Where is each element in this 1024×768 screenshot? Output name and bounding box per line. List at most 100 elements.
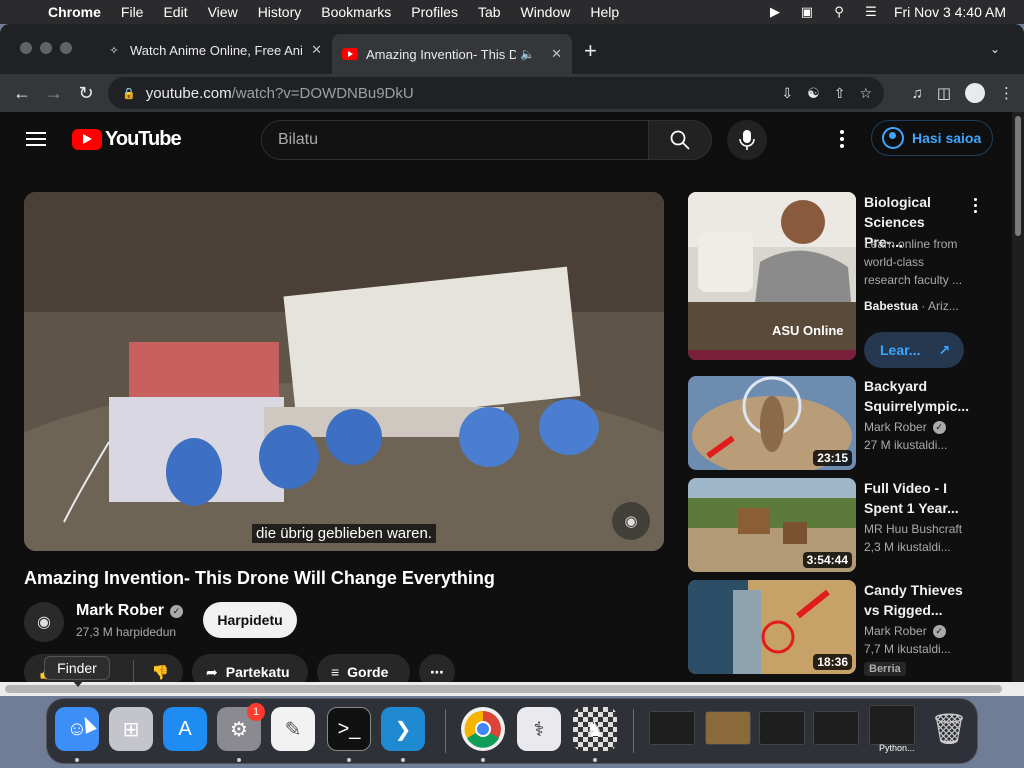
menu-window[interactable]: Window — [511, 4, 581, 20]
guide-menu-icon[interactable] — [26, 132, 46, 146]
menu-clock[interactable]: Fri Nov 3 4:40 AM — [894, 4, 1006, 20]
menu-app-name[interactable]: Chrome — [44, 4, 111, 20]
search-button[interactable] — [648, 120, 712, 160]
channel-name[interactable]: Mark Rober ✓ — [76, 602, 184, 620]
external-link-icon: ↗ — [938, 341, 951, 358]
browser-toolbar: ← → ↻ 🔒 youtube.com/watch?v=DOWDNBu9DkU … — [0, 74, 1024, 112]
verified-check-icon: ✓ — [932, 625, 946, 638]
vscode-icon[interactable]: ❯ — [381, 707, 425, 751]
search-input[interactable] — [261, 120, 649, 160]
youtube-play-icon — [72, 129, 102, 150]
video-duration: 18:36 — [813, 654, 852, 670]
forward-icon[interactable]: → — [38, 77, 70, 109]
install-app-icon[interactable]: ⇩ — [781, 85, 793, 102]
minimized-window-vscode[interactable] — [759, 711, 805, 745]
new-tab-icon[interactable]: + — [584, 38, 597, 64]
video-thumbnail[interactable]: 23:15 — [688, 376, 856, 470]
reload-icon[interactable]: ↻ — [70, 77, 102, 109]
chrome-logo — [464, 710, 501, 748]
back-icon[interactable]: ← — [6, 77, 38, 109]
terminal-icon[interactable]: >_ — [327, 707, 371, 751]
close-window-button[interactable] — [20, 42, 32, 54]
menu-bookmarks[interactable]: Bookmarks — [311, 4, 401, 20]
bookmark-star-icon[interactable]: ☆ — [859, 85, 872, 102]
recommended-title[interactable]: Backyard Squirrelympic... — [864, 376, 972, 416]
menu-tab[interactable]: Tab — [468, 4, 511, 20]
trash-icon[interactable]: 🗑 — [927, 707, 971, 751]
ad-description: Learn online from world-class research f… — [864, 237, 963, 287]
playlist-add-icon: ≡ — [331, 664, 340, 680]
audio-playing-icon[interactable]: 🔈 — [520, 47, 535, 61]
spotlight-search-icon[interactable]: ⚲ — [830, 4, 848, 19]
close-tab-icon[interactable]: ✕ — [551, 46, 562, 62]
voice-search-button[interactable] — [727, 120, 767, 160]
recommended-views: 7,7 M ikustaldi... — [864, 642, 951, 656]
menu-profiles[interactable]: Profiles — [401, 4, 468, 20]
video-duration: 3:54:44 — [802, 552, 852, 568]
disk-utility-icon[interactable]: ⚕ — [517, 707, 561, 751]
side-panel-icon[interactable]: ◫ — [937, 84, 951, 102]
menu-edit[interactable]: Edit — [153, 4, 197, 20]
video-player[interactable]: die übrig geblieben waren. ◉ — [24, 192, 664, 551]
share-icon[interactable]: ⇧ — [834, 85, 846, 102]
minimized-window-chess[interactable] — [705, 711, 751, 745]
dislike-icon[interactable]: 👎 — [152, 664, 169, 681]
settings-kebab-icon[interactable] — [840, 130, 844, 148]
tab-search-chevron-icon[interactable]: ⌄ — [990, 42, 1000, 56]
more-actions-button[interactable]: ⋯ — [419, 654, 455, 682]
close-tab-icon[interactable]: ✕ — [311, 42, 322, 58]
control-center-icon[interactable]: ☰ — [862, 4, 880, 19]
subscribe-button[interactable]: Harpidetu — [203, 602, 297, 638]
channel-watermark-icon[interactable]: ◉ — [612, 502, 650, 540]
address-bar[interactable]: 🔒 youtube.com/watch?v=DOWDNBu9DkU ⇩ ☯ ⇧ … — [108, 77, 884, 109]
minimized-window-terminal[interactable] — [649, 711, 695, 745]
media-controls-icon[interactable]: ♫ — [912, 85, 923, 102]
ad-thumb-text: ASU Online — [772, 323, 844, 338]
textedit-icon[interactable]: ✎ — [271, 707, 315, 751]
recommended-views: 2,3 M ikustaldi... — [864, 540, 951, 554]
chess-icon[interactable]: ♞ — [573, 707, 617, 751]
system-settings-icon[interactable]: ⚙ 1 — [217, 703, 265, 751]
play-status-icon[interactable]: ▶ — [766, 4, 784, 19]
sign-in-button[interactable]: Hasi saioa — [871, 120, 993, 156]
minimized-window-python[interactable] — [869, 705, 915, 745]
sponsored-ad[interactable]: ASU Online Biological Sciences Pre-... L… — [688, 192, 993, 368]
minimized-window-vscode-2[interactable] — [813, 711, 859, 745]
menu-history[interactable]: History — [248, 4, 312, 20]
vertical-scrollbar[interactable] — [1012, 112, 1024, 682]
minimize-window-button[interactable] — [40, 42, 52, 54]
share-button[interactable]: ➦ Partekatu — [192, 654, 308, 682]
tab-youtube-video[interactable]: Amazing Invention- This D 🔈 ✕ — [332, 34, 572, 74]
video-thumbnail[interactable]: 18:36 — [688, 580, 856, 674]
ad-thumbnail[interactable]: ASU Online — [688, 192, 856, 360]
ad-learn-more-button[interactable]: Lear... ↗ — [864, 332, 964, 368]
profile-avatar-icon[interactable] — [965, 83, 985, 103]
save-button[interactable]: ≡ Gorde — [317, 654, 410, 682]
launchpad-icon[interactable]: ⊞ — [109, 707, 153, 751]
ad-thumbnail-image: ASU Online — [688, 192, 856, 360]
microphone-icon — [739, 130, 755, 150]
translate-icon[interactable]: ☯ — [807, 85, 820, 102]
menu-view[interactable]: View — [198, 4, 248, 20]
zoom-window-button[interactable] — [60, 42, 72, 54]
screen-mirror-icon[interactable]: ▣ — [798, 4, 816, 19]
browser-window: ✧ Watch Anime Online, Free Ani ✕ Amazing… — [0, 24, 1024, 696]
chrome-icon[interactable] — [461, 707, 505, 751]
youtube-wordmark: YouTube — [105, 128, 182, 150]
recommended-title[interactable]: Candy Thieves vs Rigged... — [864, 580, 972, 620]
app-store-icon[interactable]: A — [163, 707, 207, 751]
account-circle-icon — [882, 127, 904, 149]
verified-check-icon: ✓ — [932, 421, 946, 434]
chrome-menu-icon[interactable]: ⋮ — [999, 84, 1014, 102]
channel-avatar[interactable]: ◉ — [24, 602, 64, 642]
tab-anime[interactable]: ✧ Watch Anime Online, Free Ani ✕ — [96, 34, 332, 66]
ad-menu-icon[interactable] — [974, 198, 977, 213]
horizontal-scrollbar[interactable] — [0, 682, 1024, 696]
video-thumbnail[interactable]: 3:54:44 — [688, 478, 856, 572]
menu-file[interactable]: File — [111, 4, 154, 20]
lock-icon[interactable]: 🔒 — [122, 87, 136, 100]
menu-help[interactable]: Help — [580, 4, 629, 20]
recommended-title[interactable]: Full Video - I Spent 1 Year... — [864, 478, 972, 518]
youtube-logo[interactable]: YouTube — [72, 128, 182, 151]
tab-title: Amazing Invention- This D — [366, 46, 516, 62]
